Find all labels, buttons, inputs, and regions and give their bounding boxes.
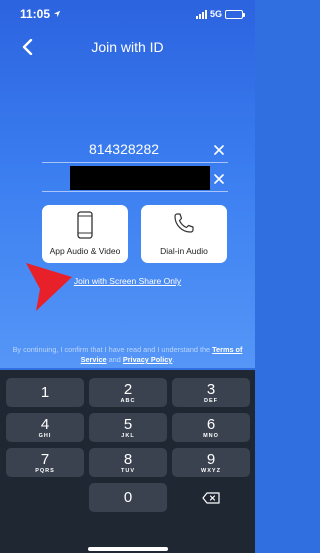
chevron-left-icon xyxy=(22,39,33,55)
delete-key[interactable] xyxy=(172,483,250,512)
dial-in-audio-button[interactable]: Dial-in Audio xyxy=(141,205,227,263)
screen-share-only-link[interactable]: Join with Screen Share Only xyxy=(0,276,255,286)
numeric-keypad: 1 2 ABC 3 DEF 4 GHI 5 JKL 6 MNO 7 PQRS 8… xyxy=(0,370,255,553)
home-indicator xyxy=(88,547,168,551)
key-letters: TUV xyxy=(121,467,135,474)
key-3[interactable]: 3 DEF xyxy=(172,378,250,407)
key-number: 6 xyxy=(206,415,216,433)
key-letters: GHI xyxy=(38,432,52,439)
legal-prefix: By continuing, I confirm that I have rea… xyxy=(12,345,211,354)
key-number: 9 xyxy=(206,450,216,468)
battery-icon xyxy=(225,9,245,19)
close-icon xyxy=(214,145,224,155)
key-0[interactable]: 0 xyxy=(89,483,167,512)
key-number: 8 xyxy=(123,450,133,468)
page-title: Join with ID xyxy=(91,39,164,55)
meeting-id-field[interactable]: 814328282 xyxy=(42,137,228,163)
key-number: 2 xyxy=(123,380,133,398)
key-number: 4 xyxy=(40,415,50,433)
backspace-icon xyxy=(202,491,220,504)
nav-bar: Join with ID xyxy=(0,30,255,64)
network-label: 5G xyxy=(209,9,222,19)
status-bar: 11:05 5G xyxy=(0,0,255,28)
location-arrow-icon xyxy=(53,10,61,18)
status-time: 11:05 xyxy=(20,7,51,21)
key-4[interactable]: 4 GHI xyxy=(6,413,84,442)
key-letters: WXYZ xyxy=(201,467,221,474)
key-number: 3 xyxy=(206,380,216,398)
option-label: Dial-in Audio xyxy=(160,246,208,256)
key-9[interactable]: 9 WXYZ xyxy=(172,448,250,477)
key-number: 5 xyxy=(123,415,133,433)
clear-meeting-id-button[interactable] xyxy=(210,141,228,159)
clear-name-button[interactable] xyxy=(210,170,228,188)
meeting-id-input[interactable]: 814328282 xyxy=(42,141,206,157)
privacy-link[interactable]: Privacy Policy xyxy=(123,355,173,364)
key-1[interactable]: 1 xyxy=(6,378,84,407)
key-letters: PQRS xyxy=(35,467,55,474)
key-letters: JKL xyxy=(121,432,135,439)
key-letters: ABC xyxy=(120,397,136,404)
signal-icon xyxy=(195,9,207,19)
key-number: 7 xyxy=(40,450,50,468)
redacted-name xyxy=(70,166,210,190)
key-letters: MNO xyxy=(203,432,219,439)
key-6[interactable]: 6 MNO xyxy=(172,413,250,442)
legal-notice: By continuing, I confirm that I have rea… xyxy=(6,345,249,365)
key-5[interactable]: 5 JKL xyxy=(89,413,167,442)
close-icon xyxy=(214,174,224,184)
phone-device-icon xyxy=(42,211,128,239)
key-2[interactable]: 2 ABC xyxy=(89,378,167,407)
back-button[interactable] xyxy=(14,34,40,60)
legal-suffix: . xyxy=(172,355,175,364)
phone-handset-icon xyxy=(141,211,227,235)
key-8[interactable]: 8 TUV xyxy=(89,448,167,477)
key-letters: DEF xyxy=(204,397,218,404)
key-number: 0 xyxy=(123,489,133,506)
key-number: 1 xyxy=(40,384,50,401)
key-7[interactable]: 7 PQRS xyxy=(6,448,84,477)
name-field[interactable] xyxy=(42,166,228,192)
legal-and: and xyxy=(108,355,121,364)
